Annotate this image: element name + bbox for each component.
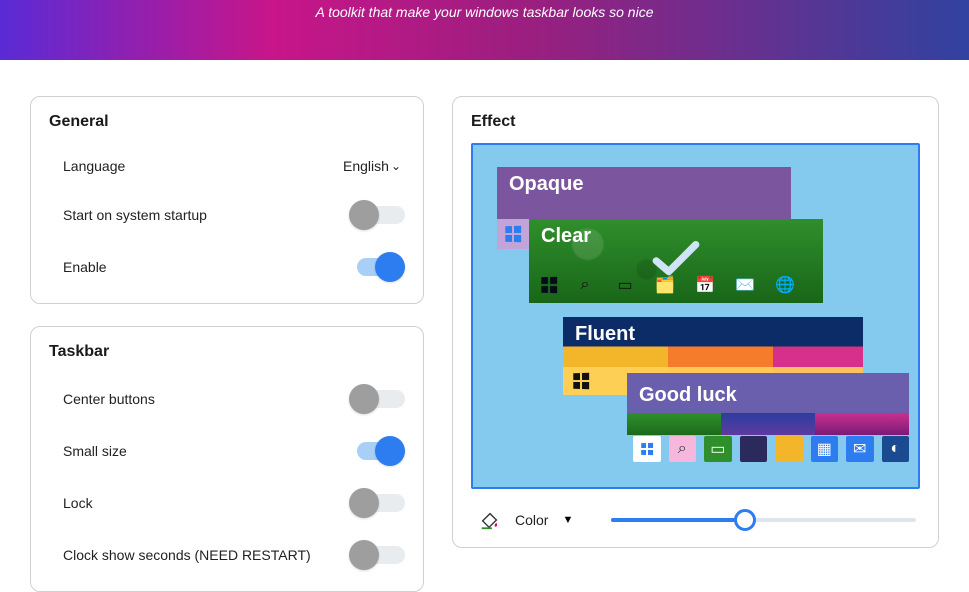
lock-toggle[interactable] (349, 487, 405, 519)
language-value: English (343, 158, 389, 174)
language-row: Language English ⌄ (49, 143, 405, 189)
edge-icon: ◐ (882, 436, 910, 462)
task-view-icon: ▭ (704, 436, 732, 462)
color-slider[interactable] (611, 510, 916, 530)
startup-row: Start on system startup (49, 189, 405, 241)
goodluck-taskbar-preview: ⌕ ▭ ▦ ✉ ◐ (627, 435, 909, 463)
search-icon: ⌕ (573, 273, 597, 297)
app-header: A toolkit that make your windows taskbar… (0, 0, 969, 60)
small-size-toggle[interactable] (349, 435, 405, 467)
small-size-row: Small size (49, 425, 405, 477)
store-icon (775, 436, 803, 462)
effect-title: Effect (471, 113, 920, 131)
calendar-icon: ▦ (811, 436, 839, 462)
effect-option-clear[interactable]: Clear ⌕ ▭ 🗂️ 📅 ✉️ 🌐 (529, 219, 823, 303)
language-label: Language (63, 158, 125, 174)
taskbar-card: Taskbar Center buttons Small size Lock (30, 326, 424, 592)
clear-taskbar-preview: ⌕ ▭ 🗂️ 📅 ✉️ 🌐 (541, 273, 813, 297)
caret-down-icon[interactable]: ▼ (562, 514, 573, 526)
enable-row: Enable (49, 241, 405, 293)
general-card: General Language English ⌄ Start on syst… (30, 96, 424, 304)
content: General Language English ⌄ Start on syst… (0, 60, 969, 592)
edge-icon: 🌐 (773, 273, 797, 297)
general-title: General (49, 113, 405, 131)
task-view-icon: ▭ (613, 273, 637, 297)
enable-label: Enable (63, 259, 107, 275)
center-buttons-row: Center buttons (49, 373, 405, 425)
effect-card: Effect Opaque Clear (452, 96, 939, 548)
mail-icon: ✉ (846, 436, 874, 462)
center-buttons-toggle[interactable] (349, 383, 405, 415)
windows-logo-icon (505, 226, 521, 242)
left-column: General Language English ⌄ Start on syst… (30, 96, 424, 592)
lock-label: Lock (63, 495, 93, 511)
chevron-down-icon: ⌄ (391, 160, 401, 172)
startup-toggle[interactable] (349, 199, 405, 231)
language-select[interactable]: English ⌄ (343, 158, 405, 174)
clock-seconds-toggle[interactable] (349, 539, 405, 571)
slider-thumb[interactable] (734, 509, 756, 531)
explorer-icon: 🗂️ (653, 273, 677, 297)
small-size-label: Small size (63, 443, 127, 459)
effect-option-goodluck[interactable]: Good luck ⌕ ▭ ▦ ✉ ◐ (627, 373, 909, 463)
effect-option-opaque-label: Opaque (497, 167, 791, 198)
lock-row: Lock (49, 477, 405, 529)
center-buttons-label: Center buttons (63, 391, 155, 407)
windows-logo-icon (573, 373, 589, 389)
color-label: Color (515, 512, 548, 528)
color-row: Color ▼ (471, 509, 920, 531)
clock-seconds-label: Clock show seconds (NEED RESTART) (63, 547, 311, 563)
windows-logo-icon (633, 436, 661, 462)
startup-label: Start on system startup (63, 207, 207, 223)
clock-seconds-row: Clock show seconds (NEED RESTART) (49, 529, 405, 581)
enable-toggle[interactable] (349, 251, 405, 283)
calendar-icon: 📅 (693, 273, 717, 297)
effect-preview: Opaque Clear ⌕ ▭ 🗂️ (471, 143, 920, 489)
right-column: Effect Opaque Clear (452, 96, 939, 592)
windows-logo-icon (541, 277, 557, 293)
search-icon: ⌕ (669, 436, 697, 462)
explorer-icon (740, 436, 768, 462)
effect-option-goodluck-label: Good luck (627, 378, 749, 409)
taskbar-title: Taskbar (49, 343, 405, 361)
effect-option-fluent-label: Fluent (563, 317, 863, 348)
paint-bucket-icon (479, 509, 501, 531)
header-tagline: A toolkit that make your windows taskbar… (316, 4, 654, 20)
mail-icon: ✉️ (733, 273, 757, 297)
